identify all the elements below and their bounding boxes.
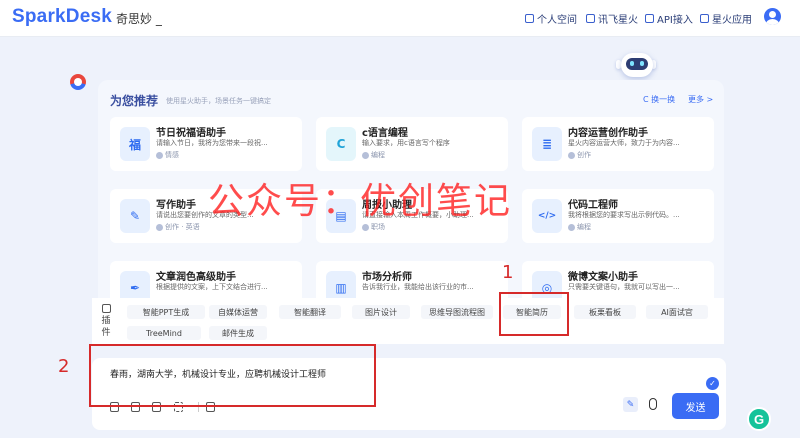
spark-icon <box>586 14 595 23</box>
blessing-icon: 福 <box>120 127 150 161</box>
card-desc: 请输入节日，我将为您带来一段祝... <box>156 139 268 147</box>
tag-icon <box>156 151 163 159</box>
check-icon: ✓ <box>706 377 719 390</box>
tag-icon <box>568 151 575 159</box>
spark-logo-icon <box>70 74 86 90</box>
plugin-kanban[interactable]: 板栗看板 <box>574 305 636 319</box>
card-tag: 编程 <box>362 150 385 160</box>
tag-icon <box>568 223 575 231</box>
assistant-card[interactable]: 福 节日祝福语助手 请输入节日，我将为您带来一段祝... 情感 <box>110 117 302 171</box>
sparkdesk-logo[interactable]: SparkDesk <box>12 6 112 28</box>
document-icon: ≣ <box>532 127 562 161</box>
assistant-card[interactable]: C c语言编程 输入要求，用c语言写个程序 编程 <box>316 117 508 171</box>
card-title: 内容运营创作助手 <box>568 128 648 139</box>
code-icon: </> <box>532 199 562 233</box>
grammarly-icon[interactable]: G <box>747 407 771 431</box>
top-bar: SparkDesk 奇思妙 _ 个人空间 讯飞星火 API接入 星火应用 <box>0 0 800 37</box>
plugin-label[interactable]: 插件 <box>100 304 112 339</box>
pen-icon: ✎ <box>120 199 150 233</box>
card-desc: 只需要关键语句，我就可以写出一... <box>568 283 680 291</box>
plugin-treemind[interactable]: TreeMind <box>127 326 201 340</box>
card-desc: 我将根据您的要求写出示例代码。... <box>568 211 680 219</box>
card-title: 市场分析师 <box>362 272 412 283</box>
tag-icon <box>362 151 369 159</box>
nav-apps[interactable]: 星火应用 <box>700 11 752 26</box>
card-title: 节日祝福语助手 <box>156 128 226 139</box>
send-button[interactable]: 发送 <box>672 393 719 419</box>
card-title: 微博文案小助手 <box>568 272 638 283</box>
card-title: 写作助手 <box>156 200 196 211</box>
plugin-mindmap[interactable]: 思维导图流程图 <box>421 305 493 319</box>
card-tag: 情感 <box>156 150 179 160</box>
microphone-icon[interactable] <box>649 398 657 410</box>
user-avatar-icon[interactable] <box>764 8 781 25</box>
format-icon[interactable]: ✎ <box>623 397 638 412</box>
tag-icon <box>362 223 369 231</box>
annotation-box-1 <box>499 292 569 336</box>
watermark-text: 公众号：优创笔记 <box>208 181 513 222</box>
page-subtitle: 奇思妙 _ <box>116 12 162 26</box>
nav-spark[interactable]: 讯飞星火 <box>586 11 638 26</box>
card-tag: 创作 <box>568 150 591 160</box>
card-desc: 根据提供的文案，上下文结合进行... <box>156 283 268 291</box>
recommend-subtitle: 使用星火助手，场景任务一键搞定 <box>166 97 271 105</box>
plugin-email[interactable]: 邮件生成 <box>209 326 267 340</box>
card-desc: 星火内容运营大师，致力于为内容... <box>568 139 680 147</box>
card-desc: 输入要求，用c语言写个程序 <box>362 139 450 147</box>
more-button[interactable]: 更多 > <box>688 94 713 105</box>
recommend-title: 为您推荐 <box>110 94 159 108</box>
c-language-icon: C <box>326 127 356 161</box>
card-tag: 编程 <box>568 222 591 232</box>
card-tag: 创作 · 英语 <box>156 222 200 232</box>
plugin-interviewer[interactable]: AI面试官 <box>646 305 708 319</box>
plugin-media[interactable]: 自媒体运营 <box>209 305 267 319</box>
api-icon <box>645 14 654 23</box>
annotation-label-2: 2 <box>58 356 70 377</box>
card-title: 文章润色高级助手 <box>156 272 236 283</box>
apps-icon <box>700 14 709 23</box>
annotation-label-1: 1 <box>502 262 514 283</box>
refresh-button[interactable]: C 换一换 <box>643 94 675 105</box>
assistant-card[interactable]: ≣ 内容运营创作助手 星火内容运营大师，致力于为内容... 创作 <box>522 117 714 171</box>
personal-space-icon <box>525 14 534 23</box>
card-title: 代码工程师 <box>568 200 618 211</box>
plugin-grid-icon <box>101 304 111 313</box>
card-title: c语言编程 <box>362 128 408 139</box>
assistant-card[interactable]: </> 代码工程师 我将根据您的要求写出示例代码。... 编程 <box>522 189 714 243</box>
tag-icon <box>156 223 163 231</box>
card-desc: 告诉我行业，我能给出该行业的市... <box>362 283 474 291</box>
annotation-box-2 <box>89 344 376 407</box>
nav-api[interactable]: API接入 <box>645 11 693 26</box>
nav-personal-space[interactable]: 个人空间 <box>525 11 577 26</box>
plugin-image[interactable]: 图片设计 <box>352 305 410 319</box>
plugin-ppt[interactable]: 智能PPT生成 <box>127 305 205 319</box>
plugin-translate[interactable]: 智能翻译 <box>279 305 341 319</box>
